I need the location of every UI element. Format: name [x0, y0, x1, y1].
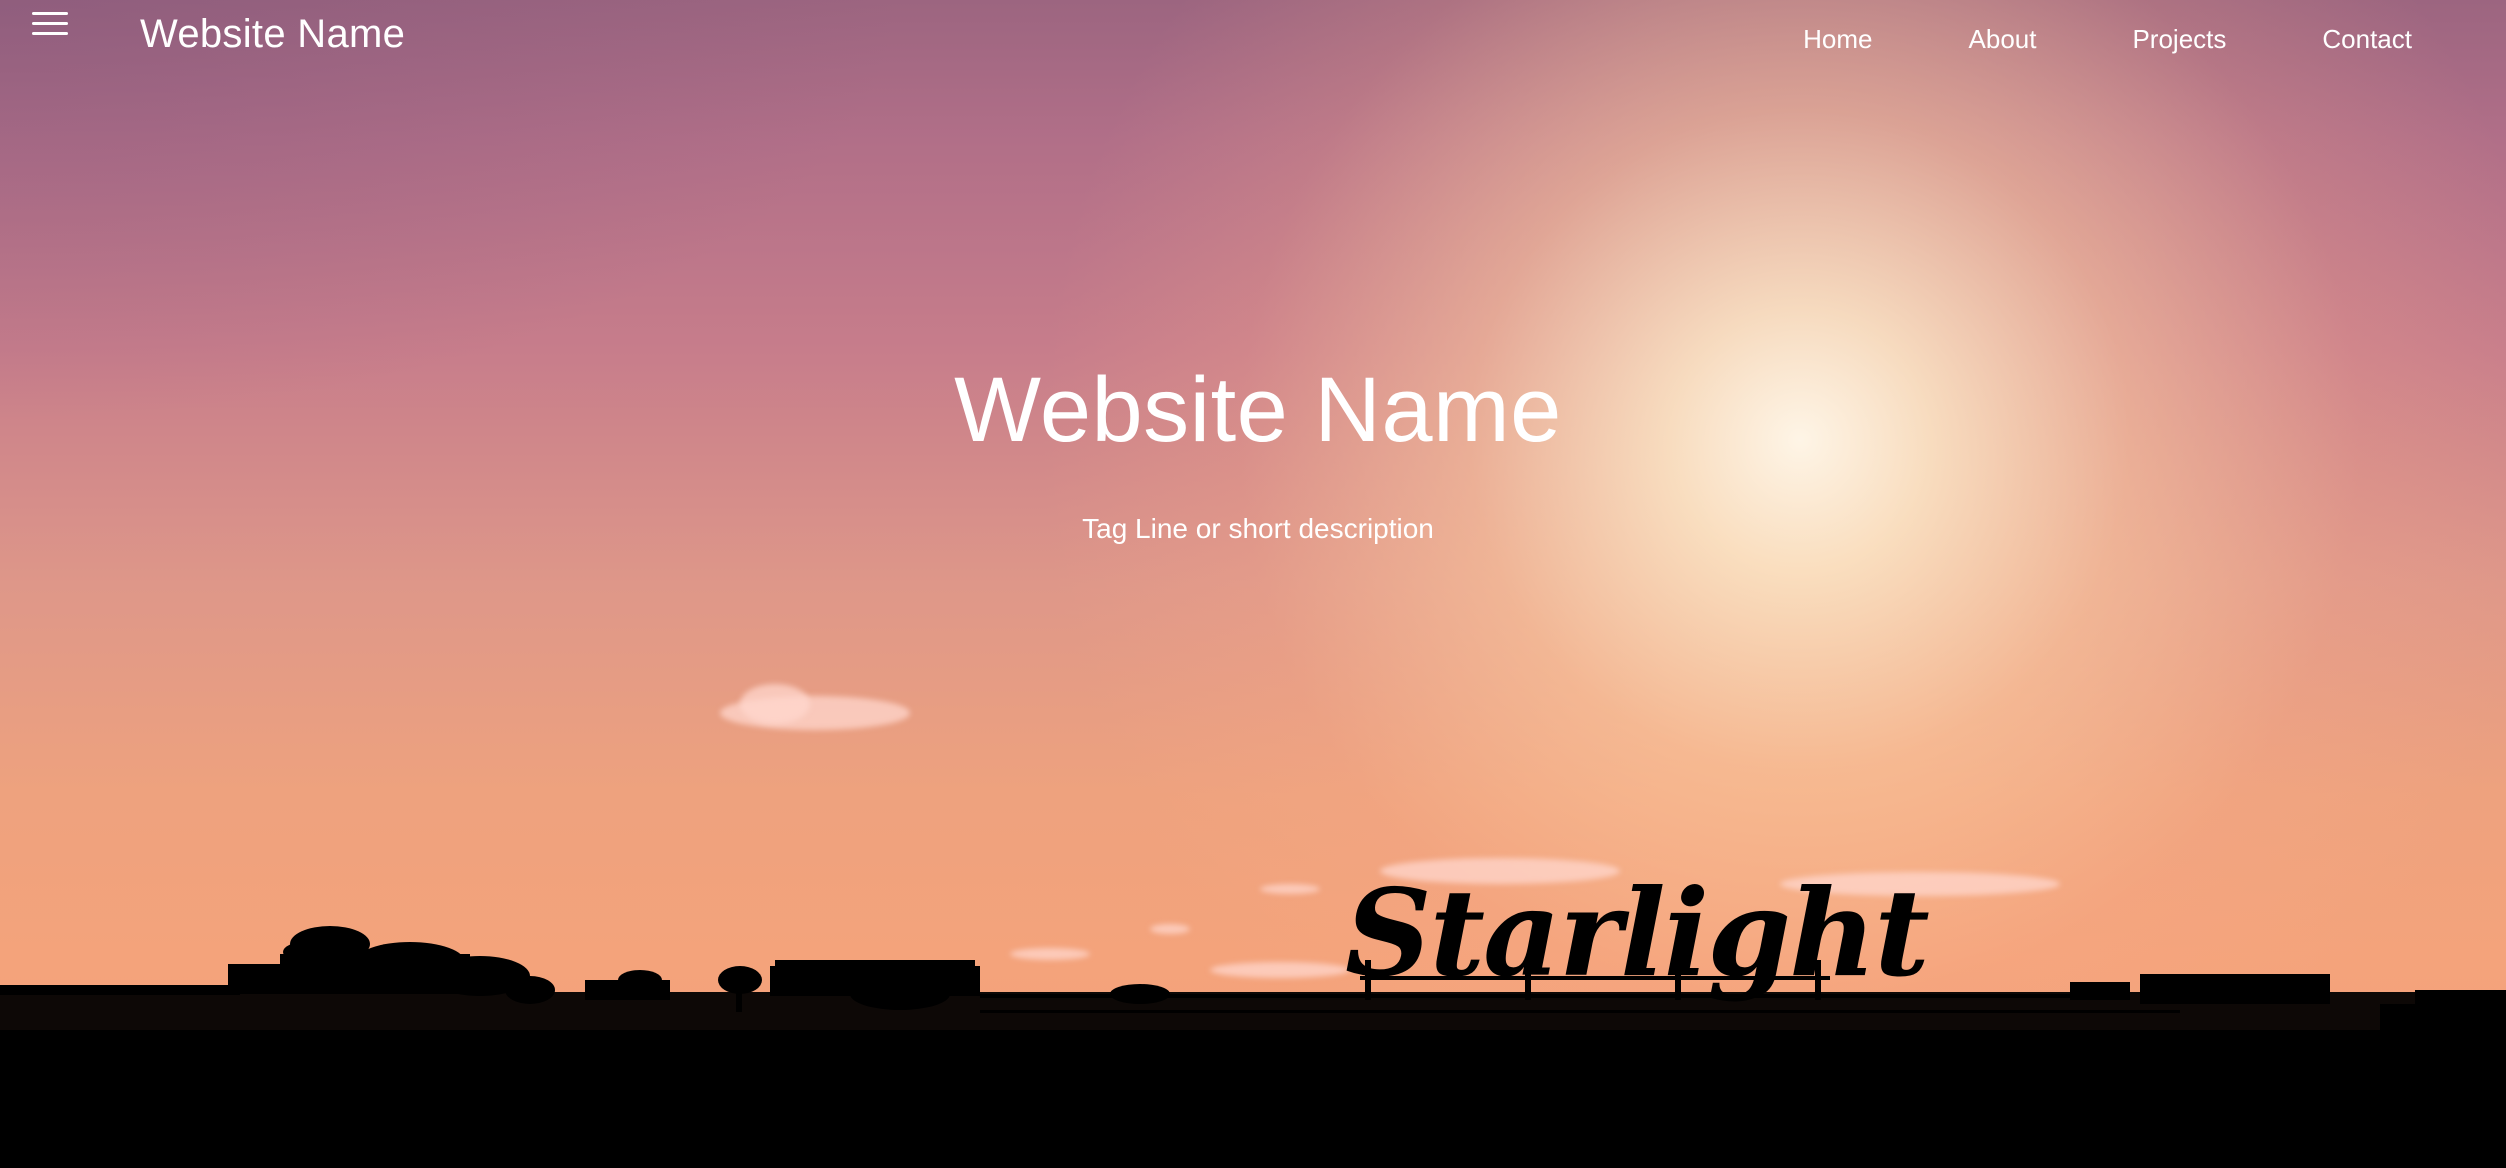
hero-background: Starlight Website Name Home About Projec… [0, 0, 2506, 1168]
nav-link-projects[interactable]: Projects [2132, 24, 2226, 55]
nav-link-home[interactable]: Home [1803, 24, 1872, 55]
menu-bar [32, 12, 68, 15]
top-navbar: Website Name Home About Projects Contact [0, 0, 2506, 82]
brand-link[interactable]: Website Name [140, 12, 405, 57]
nav-link-contact[interactable]: Contact [2322, 24, 2412, 55]
hamburger-menu-icon[interactable] [30, 8, 72, 38]
starlight-sign: Starlight [1345, 863, 1929, 1004]
hero-tagline: Tag Line or short description [1082, 513, 1434, 544]
nav-links: Home About Projects Contact [1803, 24, 2506, 55]
nav-link-about[interactable]: About [1969, 24, 2037, 55]
menu-bar [32, 32, 68, 35]
hero-title: Website Name [954, 359, 1562, 461]
menu-bar [32, 22, 68, 25]
skyline-silhouette: Starlight [0, 863, 2506, 1168]
